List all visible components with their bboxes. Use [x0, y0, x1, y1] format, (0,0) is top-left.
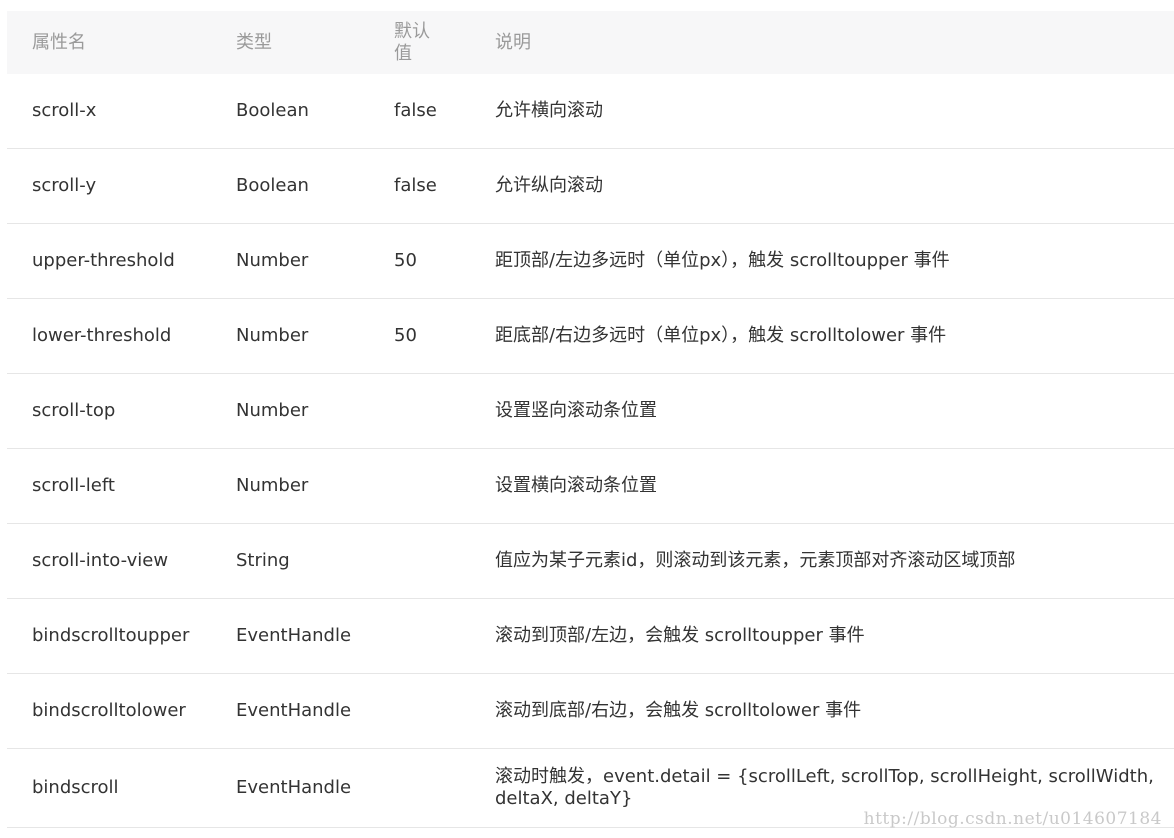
watermark-url: http://blog.csdn.net/u014607184 — [863, 809, 1162, 829]
cell-type: Number — [236, 250, 309, 271]
cell-description: 允许横向滚动 — [495, 100, 603, 121]
cell-type: Boolean — [236, 175, 309, 196]
cell-description: 距底部/右边多远时（单位px），触发 scrolltolower 事件 — [495, 325, 947, 346]
cell-type: Number — [236, 400, 309, 421]
cell-name: bindscrolltolower — [32, 700, 186, 721]
cell-description: 设置竖向滚动条位置 — [495, 400, 657, 421]
cell-name: scroll-into-view — [32, 550, 169, 571]
table-row: upper-threshold Number 50 距顶部/左边多远时（单位px… — [7, 224, 1174, 299]
table-row: scroll-x Boolean false 允许横向滚动 — [7, 74, 1174, 149]
table-header-row: 属性名 类型 默认值 说明 — [7, 11, 1174, 74]
header-description: 说明 — [495, 31, 531, 53]
cell-type: String — [236, 550, 290, 571]
table-row: lower-threshold Number 50 距底部/右边多远时（单位px… — [7, 299, 1174, 374]
cell-type: Boolean — [236, 100, 309, 121]
cell-default — [394, 749, 489, 827]
cell-type: EventHandle — [236, 625, 352, 646]
table-row: bindscrolltoupper EventHandle 滚动到顶部/左边，会… — [7, 599, 1174, 674]
cell-default: 50 — [394, 325, 417, 346]
cell-type: Number — [236, 325, 309, 346]
table-row: bindscrolltolower EventHandle 滚动到底部/右边，会… — [7, 674, 1174, 749]
cell-description: 距顶部/左边多远时（单位px），触发 scrolltoupper 事件 — [495, 250, 950, 271]
cell-description: 值应为某子元素id，则滚动到该元素，元素顶部对齐滚动区域顶部 — [495, 550, 1016, 571]
cell-default — [394, 374, 489, 448]
cell-type: EventHandle — [236, 777, 352, 798]
cell-default — [394, 524, 489, 598]
cell-description: 滚动到顶部/左边，会触发 scrolltoupper 事件 — [495, 625, 865, 646]
cell-name: upper-threshold — [32, 250, 175, 271]
header-type: 类型 — [236, 31, 272, 53]
cell-description: 允许纵向滚动 — [495, 175, 603, 196]
cell-name: lower-threshold — [32, 325, 172, 346]
header-default-value: 默认值 — [394, 20, 430, 64]
cell-name: scroll-top — [32, 400, 116, 421]
cell-default — [394, 599, 489, 673]
cell-default — [394, 674, 489, 748]
cell-default — [394, 449, 489, 523]
cell-name: scroll-x — [32, 100, 97, 121]
cell-name: scroll-left — [32, 475, 115, 496]
table-row: scroll-y Boolean false 允许纵向滚动 — [7, 149, 1174, 224]
cell-name: bindscrolltoupper — [32, 625, 190, 646]
cell-default: 50 — [394, 250, 417, 271]
cell-type: Number — [236, 475, 309, 496]
table-row: scroll-top Number 设置竖向滚动条位置 — [7, 374, 1174, 449]
cell-name: bindscroll — [32, 777, 119, 798]
cell-default: false — [394, 175, 437, 196]
properties-table: 属性名 类型 默认值 说明 scroll-x Boolean false 允许横… — [7, 11, 1174, 828]
cell-default: false — [394, 100, 437, 121]
cell-description: 滚动到底部/右边，会触发 scrolltolower 事件 — [495, 700, 862, 721]
table-row: scroll-left Number 设置横向滚动条位置 — [7, 449, 1174, 524]
cell-type: EventHandle — [236, 700, 352, 721]
table-row: scroll-into-view String 值应为某子元素id，则滚动到该元… — [7, 524, 1174, 599]
header-attribute-name: 属性名 — [32, 31, 86, 53]
cell-name: scroll-y — [32, 175, 97, 196]
cell-description: 设置横向滚动条位置 — [495, 475, 657, 496]
